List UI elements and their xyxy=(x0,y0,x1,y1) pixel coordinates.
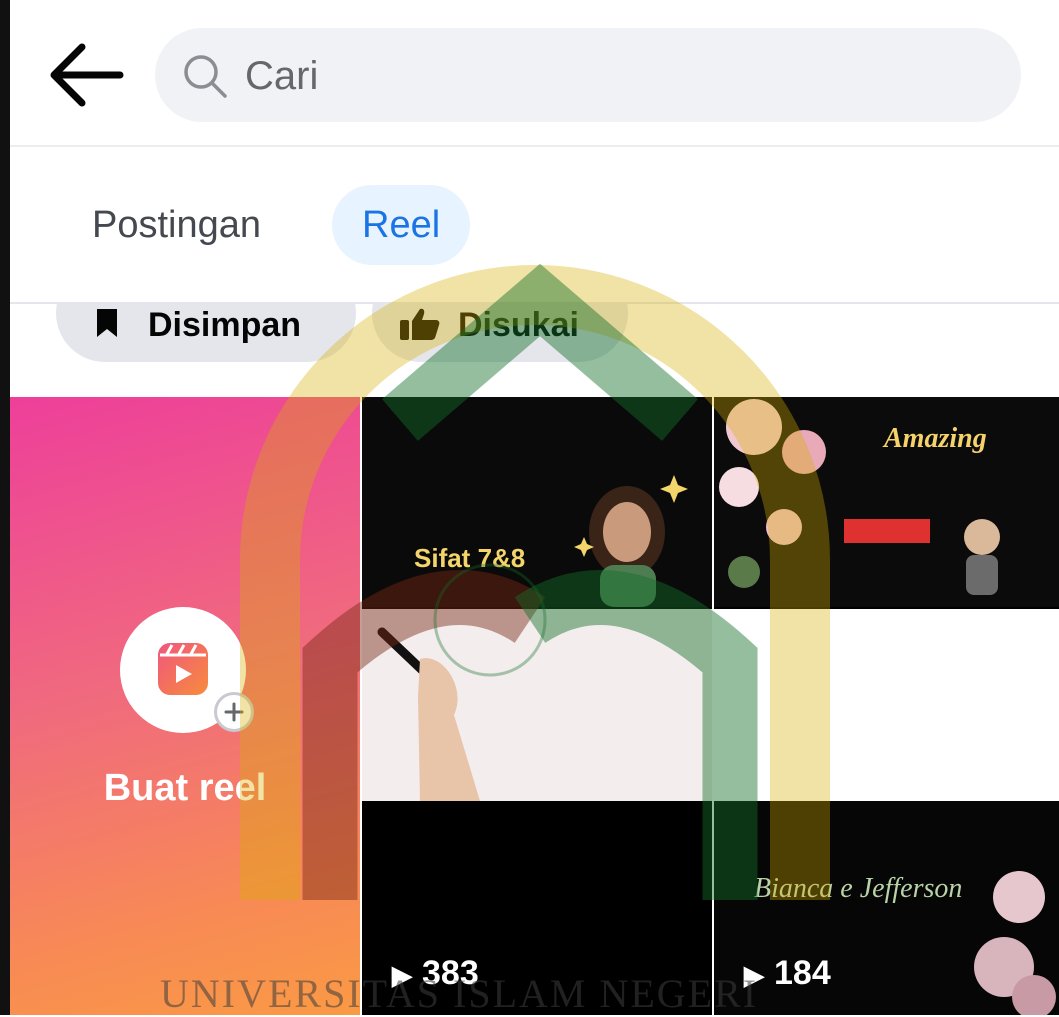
create-reel-label: Buat reel xyxy=(103,767,267,809)
tab-postingan[interactable]: Postingan xyxy=(62,185,291,265)
thumbs-up-icon xyxy=(400,308,440,340)
reel-plays-value: 184 xyxy=(774,954,831,992)
search-icon xyxy=(184,55,227,98)
reel-caption: Sifat 7&8 xyxy=(414,543,525,573)
reel-caption: Amazing xyxy=(882,423,987,454)
reel-thumbnail[interactable]: Sifat 7&8 ▶ 383 xyxy=(362,397,712,1015)
window-edge xyxy=(0,0,10,1015)
reel-thumbnail[interactable]: Amazing Bianca e Jefferson ▶ 184 xyxy=(714,397,1059,1015)
header-bar xyxy=(10,0,1059,147)
filter-liked-chip[interactable]: Disukai xyxy=(372,304,628,362)
filter-chips: Disimpan Disukai xyxy=(10,304,1059,396)
reels-grid: Buat reel Sifat 7&8 ▶ 383 Amazing Bianca… xyxy=(10,397,1059,1015)
filter-liked-label: Disukai xyxy=(458,306,579,344)
bookmark-icon xyxy=(97,309,117,337)
tab-reel[interactable]: Reel xyxy=(332,185,471,265)
plus-badge xyxy=(214,692,254,732)
reel-thumbnail-image: Amazing Bianca e Jefferson xyxy=(714,397,1059,1015)
reel-signature-text: Bianca e Jefferson xyxy=(754,873,962,904)
watermark-text: UNIVERSITAS ISLAM NEGERI xyxy=(160,971,759,1016)
filter-saved-chip[interactable]: Disimpan xyxy=(56,304,356,362)
back-button[interactable] xyxy=(48,40,128,110)
filter-saved-label: Disimpan xyxy=(148,306,302,344)
create-reel-tile[interactable]: Buat reel xyxy=(10,397,360,1015)
plus-icon xyxy=(224,702,244,722)
search-input[interactable] xyxy=(243,46,987,106)
reel-thumbnail-image: Sifat 7&8 xyxy=(362,397,712,1015)
arrow-left-icon xyxy=(50,43,124,107)
search-bar[interactable] xyxy=(155,28,1021,122)
tab-bar: Postingan Reel xyxy=(10,147,1059,304)
